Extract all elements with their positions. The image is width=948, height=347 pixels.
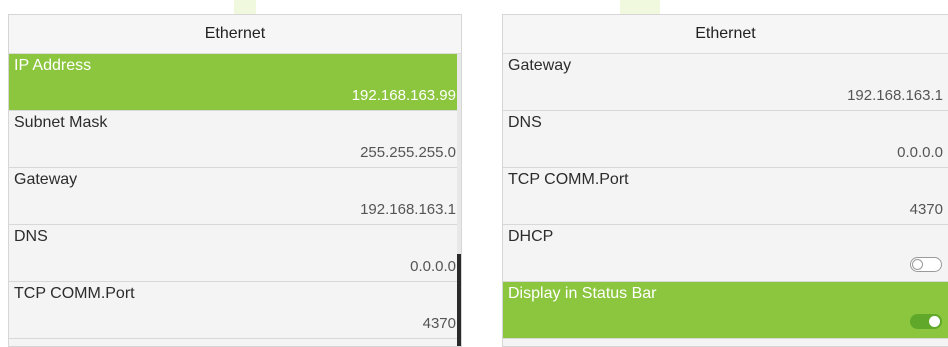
dhcp-toggle[interactable] <box>910 257 942 272</box>
ethernet-panel-left: Ethernet IP Address 192.168.163.99 Subne… <box>8 14 462 347</box>
setting-row-gateway[interactable]: Gateway 192.168.163.1 <box>9 168 461 225</box>
setting-label: Gateway <box>14 171 78 188</box>
setting-row-dhcp[interactable]: DHCP <box>503 225 948 282</box>
watermark-shape <box>620 0 660 14</box>
watermark-shape <box>234 0 256 14</box>
settings-list: IP Address 192.168.163.99 Subnet Mask 25… <box>9 54 461 339</box>
setting-label: DNS <box>508 114 542 131</box>
screen: Ethernet IP Address 192.168.163.99 Subne… <box>0 0 948 347</box>
scrollbar[interactable] <box>457 54 461 346</box>
toggle-knob <box>929 316 940 327</box>
setting-label: IP Address <box>14 57 92 74</box>
toggle-knob <box>912 259 923 270</box>
setting-row-dns[interactable]: DNS 0.0.0.0 <box>503 111 948 168</box>
setting-value: 192.168.163.1 <box>847 87 943 104</box>
setting-row-dns[interactable]: DNS 0.0.0.0 <box>9 225 461 282</box>
setting-label: TCP COMM.Port <box>14 285 135 302</box>
settings-list: Gateway 192.168.163.1 DNS 0.0.0.0 TCP CO… <box>503 54 948 339</box>
setting-value: 4370 <box>909 201 943 218</box>
setting-value: 0.0.0.0 <box>897 144 943 161</box>
setting-label: Subnet Mask <box>14 114 108 131</box>
panel-title: Ethernet <box>9 15 461 54</box>
setting-label: DNS <box>14 228 48 245</box>
setting-label: DHCP <box>508 228 554 245</box>
setting-value: 0.0.0.0 <box>410 258 456 275</box>
setting-label: TCP COMM.Port <box>508 171 629 188</box>
status-bar-toggle[interactable] <box>910 314 942 329</box>
setting-label: Gateway <box>508 57 572 74</box>
setting-row-tcp-comm-port[interactable]: TCP COMM.Port 4370 <box>503 168 948 225</box>
setting-value: 192.168.163.99 <box>351 87 456 104</box>
setting-row-display-in-status-bar[interactable]: Display in Status Bar <box>503 282 948 339</box>
scrollbar-thumb[interactable] <box>457 254 461 346</box>
setting-row-ip-address[interactable]: IP Address 192.168.163.99 <box>9 54 461 111</box>
setting-row-subnet-mask[interactable]: Subnet Mask 255.255.255.0 <box>9 111 461 168</box>
setting-label: Display in Status Bar <box>508 285 657 302</box>
setting-value: 192.168.163.1 <box>360 201 456 218</box>
setting-value: 255.255.255.0 <box>360 144 456 161</box>
setting-value: 4370 <box>422 315 456 332</box>
ethernet-panel-right: Ethernet Gateway 192.168.163.1 DNS 0.0.0… <box>502 14 948 347</box>
panel-title: Ethernet <box>503 15 948 54</box>
setting-row-tcp-comm-port[interactable]: TCP COMM.Port 4370 <box>9 282 461 339</box>
setting-row-gateway[interactable]: Gateway 192.168.163.1 <box>503 54 948 111</box>
